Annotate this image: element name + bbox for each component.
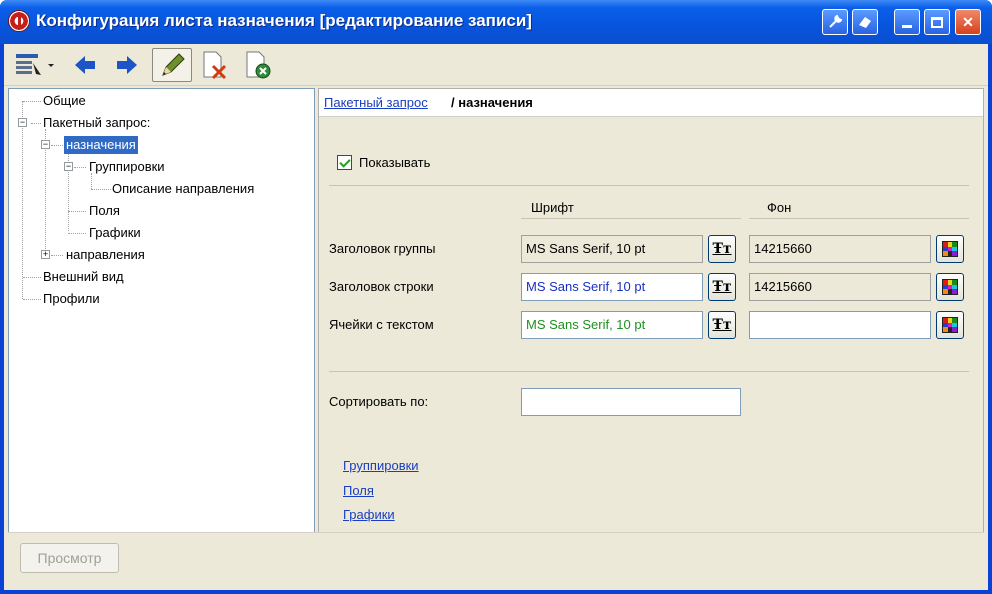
text-cells-label: Ячейки с текстом — [329, 317, 434, 332]
sort-by-input[interactable] — [521, 388, 741, 416]
text-cells-bg-field[interactable] — [749, 311, 931, 339]
tree-item-charts[interactable]: Графики — [87, 224, 143, 242]
back-arrow-icon[interactable] — [70, 48, 100, 82]
palette-icon — [942, 317, 958, 333]
background-column-header: Фон — [767, 200, 792, 215]
minimize-icon[interactable] — [894, 9, 920, 35]
font-picker-button[interactable]: Ŧт — [708, 311, 736, 339]
link-charts[interactable]: Графики — [343, 507, 395, 522]
tree-item-appearance[interactable]: Внешний вид — [41, 268, 126, 286]
maximize-icon[interactable] — [924, 9, 950, 35]
forward-arrow-icon[interactable] — [112, 48, 142, 82]
app-logo-icon — [8, 10, 30, 32]
font-picker-button[interactable]: Ŧт — [708, 235, 736, 263]
font-picker-button[interactable]: Ŧт — [708, 273, 736, 301]
font-icon: Ŧт — [712, 317, 732, 333]
group-header-bg-field[interactable]: 14215660 — [749, 235, 931, 263]
breadcrumb-current: / назначения — [451, 95, 533, 110]
palette-icon — [942, 279, 958, 295]
link-fields[interactable]: Поля — [343, 483, 374, 498]
wrench-icon[interactable] — [822, 9, 848, 35]
color-picker-button[interactable] — [936, 311, 964, 339]
color-picker-button[interactable] — [936, 273, 964, 301]
preview-button[interactable]: Просмотр — [20, 543, 119, 573]
group-header-font-field[interactable]: MS Sans Serif, 10 pt — [521, 235, 703, 263]
font-icon: Ŧт — [712, 241, 732, 257]
footer-bar: Просмотр — [8, 532, 984, 584]
collapse-icon[interactable]: − — [18, 118, 27, 127]
app-window: Конфигурация листа назначения [редактиро… — [0, 0, 992, 594]
tree-item-general[interactable]: Общие — [41, 92, 88, 110]
row-header-bg-field[interactable]: 14215660 — [749, 273, 931, 301]
toolbar — [4, 44, 988, 86]
delete-doc-icon[interactable] — [194, 48, 234, 82]
group-header-label: Заголовок группы — [329, 241, 436, 256]
font-column-header: Шрифт — [531, 200, 574, 215]
window-title: Конфигурация листа назначения [редактиро… — [36, 11, 532, 30]
tree-item-batch-request[interactable]: Пакетный запрос: — [41, 114, 152, 132]
palette-icon — [942, 241, 958, 257]
tree-item-direction-description[interactable]: Описание направления — [110, 180, 256, 198]
collapse-icon[interactable]: − — [41, 140, 50, 149]
tree-item-groupings[interactable]: Группировки — [87, 158, 167, 176]
tree-item-assignments[interactable]: назначения — [64, 136, 138, 154]
link-groupings[interactable]: Группировки — [343, 458, 419, 473]
title-bar[interactable]: Конфигурация листа назначения [редактиро… — [0, 0, 992, 44]
list-menu-icon[interactable] — [8, 48, 62, 82]
tree-item-directions[interactable]: направления — [64, 246, 147, 264]
tree-item-fields[interactable]: Поля — [87, 202, 122, 220]
sort-by-label: Сортировать по: — [329, 394, 429, 409]
client-area: − − − + Общие Пакетный запрос: назначени… — [4, 44, 988, 590]
pencil-icon[interactable] — [152, 48, 192, 82]
row-header-label: Заголовок строки — [329, 279, 434, 294]
eraser-icon[interactable] — [852, 9, 878, 35]
expand-icon[interactable]: + — [41, 250, 50, 259]
show-checkbox[interactable] — [337, 155, 352, 170]
row-header-font-field[interactable]: MS Sans Serif, 10 pt — [521, 273, 703, 301]
close-icon[interactable]: ✕ — [955, 9, 981, 35]
close-doc-icon[interactable] — [238, 48, 278, 82]
breadcrumb-link[interactable]: Пакетный запрос — [324, 95, 428, 110]
show-label: Показывать — [359, 155, 431, 170]
text-cells-font-field[interactable]: MS Sans Serif, 10 pt — [521, 311, 703, 339]
color-picker-button[interactable] — [936, 235, 964, 263]
collapse-icon[interactable]: − — [64, 162, 73, 171]
settings-panel: Пакетный запрос / назначения Показывать … — [318, 88, 984, 572]
navigation-tree[interactable]: − − − + Общие Пакетный запрос: назначени… — [8, 88, 315, 572]
breadcrumb: Пакетный запрос / назначения — [319, 89, 983, 117]
font-icon: Ŧт — [712, 279, 732, 295]
tree-item-profiles[interactable]: Профили — [41, 290, 102, 308]
